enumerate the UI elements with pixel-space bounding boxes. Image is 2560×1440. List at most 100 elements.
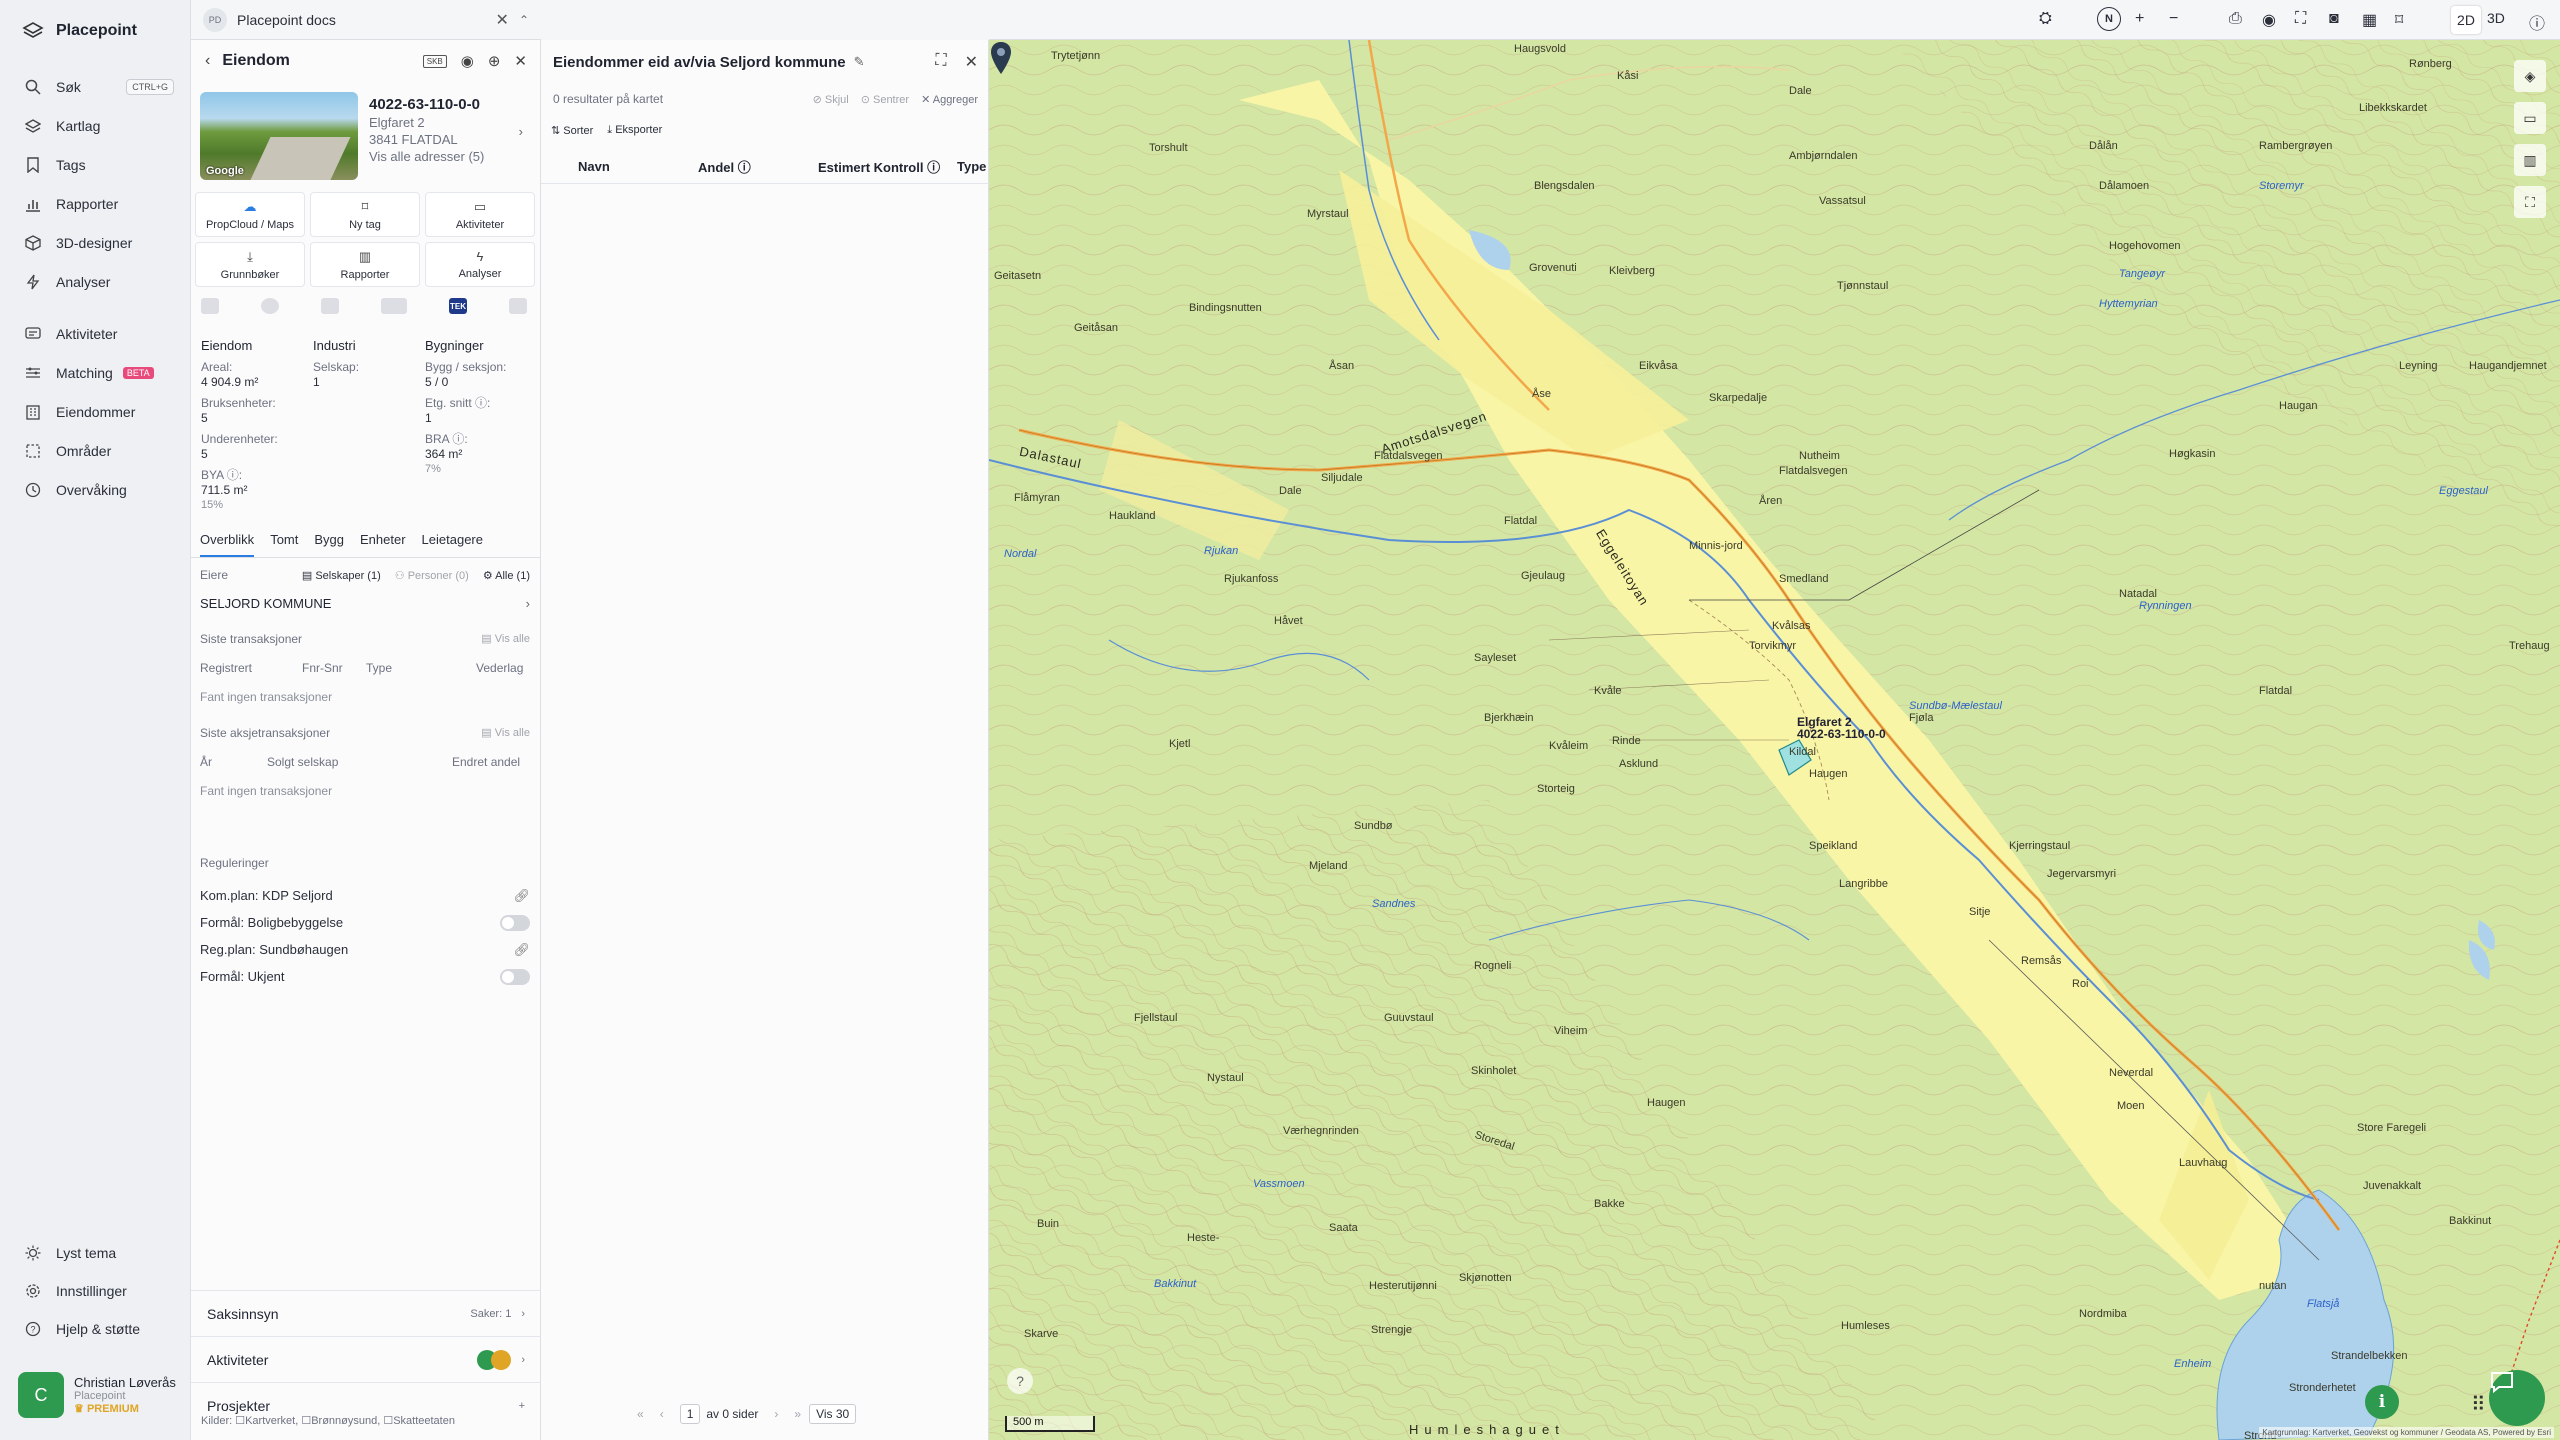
filter-persons[interactable]: ⚇ Personer (0) (395, 569, 469, 582)
center-button[interactable]: ⊙ Sentrer (861, 93, 909, 106)
next-page-icon[interactable]: › (774, 1407, 778, 1421)
info-circle-icon[interactable]: ⓘ (2529, 10, 2545, 34)
print-icon[interactable]: ⎙ (2229, 10, 2242, 28)
export-button[interactable]: ⤓ Eksporter (607, 124, 662, 137)
tek-badge[interactable]: TEK (449, 298, 467, 314)
toggle-switch[interactable] (500, 968, 530, 985)
user-profile[interactable]: C Christian Løverås Placepoint ♛ PREMIUM (18, 1372, 176, 1418)
column-header[interactable]: Andel ⓘ (698, 157, 751, 176)
close-icon[interactable]: ✕ (965, 52, 978, 72)
regulation-row[interactable]: Formål: Ukjent (200, 963, 530, 990)
map-canvas[interactable]: Trytetjønn Haugsvold Kåsi Dale Rønberg L… (989, 40, 2560, 1440)
all-addresses-link[interactable]: Vis alle adresser (5) (369, 149, 529, 164)
measure-tool-icon[interactable]: ▭ (2514, 102, 2546, 134)
aggregate-button[interactable]: ✕ Aggreger (921, 93, 978, 106)
first-page-icon[interactable]: « (637, 1407, 644, 1421)
nav-item-eiendommer[interactable]: Eiendommer (24, 403, 174, 421)
mode-3d-button[interactable]: 3D (2487, 10, 2505, 26)
link-icon[interactable]: 🔗︎ (513, 942, 530, 958)
propcloud-button[interactable]: ☁ PropCloud / Maps (195, 192, 305, 237)
area-tool-icon[interactable]: ⛶ (2514, 186, 2546, 218)
tab-bygg[interactable]: Bygg (314, 532, 344, 557)
link-icon[interactable]: 🔗︎ (513, 888, 530, 904)
nav-item-settings[interactable]: Innstillinger (24, 1282, 174, 1300)
source-4-icon[interactable] (381, 298, 407, 314)
close-icon[interactable]: ✕ (514, 52, 527, 70)
add-icon[interactable]: + (519, 1400, 525, 1412)
nav-item-search[interactable]: Søk CTRL+G (24, 78, 174, 96)
analyses-button[interactable]: ϟ Analyser (425, 242, 535, 287)
drag-handle-icon[interactable]: ⠿ (2471, 1392, 2486, 1417)
zoom-in-icon[interactable]: + (2135, 10, 2144, 28)
regulation-row[interactable]: Formål: Boligbebyggelse (200, 909, 530, 936)
column-header[interactable]: Navn (578, 159, 610, 174)
new-tag-button[interactable]: ⌑ Ny tag (310, 192, 420, 237)
nav-item-analyser[interactable]: Analyser (24, 273, 174, 291)
mode-2d-button[interactable]: 2D (2451, 6, 2481, 34)
tab-enheter[interactable]: Enheter (360, 532, 406, 557)
filter-companies[interactable]: ▤ Selskaper (1) (302, 569, 381, 582)
compass-icon[interactable]: N (2097, 7, 2121, 31)
zoom-out-icon[interactable]: − (2169, 10, 2178, 28)
nav-item-aktiviteter[interactable]: Aktiviteter (24, 325, 174, 343)
filter-all[interactable]: ⚙ Alle (1) (483, 569, 530, 582)
add-circle-icon[interactable]: ⊕ (488, 52, 501, 70)
expand-icon[interactable]: ⛶ (935, 52, 946, 72)
view-all-link[interactable]: ▤ Vis alle (481, 632, 530, 646)
toggle-switch[interactable] (500, 914, 530, 931)
nav-item-tags[interactable]: Tags (24, 156, 174, 174)
source-6-icon[interactable] (509, 298, 527, 314)
regulation-row[interactable]: Reg.plan: Sundbøhaugen 🔗︎ (200, 936, 530, 963)
chat-button[interactable] (2489, 1370, 2545, 1426)
layers-tool-icon[interactable]: ◈ (2514, 60, 2546, 92)
docs-tab-title[interactable]: Placepoint docs (237, 12, 336, 28)
chart-tool-icon[interactable]: ▥ (2514, 144, 2546, 176)
hide-button[interactable]: ⊘ Skjul (813, 93, 849, 106)
map-badge-icon[interactable]: SKB (422, 54, 447, 68)
nav-item-3d-designer[interactable]: 3D-designer (24, 234, 174, 252)
last-page-icon[interactable]: » (794, 1407, 801, 1421)
accordion-aktiviteter[interactable]: Aktiviteter › (191, 1336, 541, 1382)
help-icon[interactable]: ? (1007, 1368, 1033, 1394)
activities-button[interactable]: ▭ Aktiviteter (425, 192, 535, 237)
nav-item-omrader[interactable]: Områder (24, 442, 174, 460)
tab-tomt[interactable]: Tomt (270, 532, 298, 557)
prev-page-icon[interactable]: ‹ (660, 1407, 664, 1421)
grid-icon[interactable]: ▦ (2362, 10, 2377, 30)
reports-button[interactable]: ▥ Rapporter (310, 242, 420, 287)
nav-item-overvaking[interactable]: Overvåking (24, 481, 174, 499)
nav-item-help[interactable]: ? Hjelp & støtte (24, 1320, 174, 1338)
accordion-saksinnsyn[interactable]: Saksinnsyn Saker: 1 › (191, 1290, 541, 1336)
tab-leietagere[interactable]: Leietagere (422, 532, 483, 557)
street-view-thumbnail[interactable]: Google (200, 92, 358, 180)
source-1-icon[interactable] (201, 298, 219, 314)
eye-icon[interactable]: ◉ (461, 52, 474, 70)
close-icon[interactable]: ✕ (496, 10, 509, 30)
column-header[interactable]: Estimert Kontroll ⓘ (818, 157, 940, 176)
fullscreen-icon[interactable]: ⛶ (2295, 10, 2306, 28)
nav-item-kartlag[interactable]: Kartlag (24, 117, 174, 135)
nav-item-rapporter[interactable]: Rapporter (24, 195, 174, 213)
page-select[interactable]: 1 (679, 1404, 701, 1424)
layers-3d-icon[interactable]: ⛭ (2039, 10, 2052, 28)
back-icon[interactable]: ‹ (205, 52, 210, 70)
regulation-row[interactable]: Kom.plan: KDP Seljord 🔗︎ (200, 882, 530, 909)
chevron-updown-icon[interactable]: ⌃ (519, 13, 529, 27)
column-header[interactable]: Type (957, 159, 986, 174)
edit-icon[interactable]: ✎ (854, 54, 865, 70)
source-2-icon[interactable] (261, 298, 279, 314)
camera-icon[interactable]: ◙ (2329, 10, 2339, 28)
nav-item-theme[interactable]: Lyst tema (24, 1244, 174, 1262)
nav-item-matching[interactable]: Matching BETA (24, 364, 174, 382)
per-page-select[interactable]: Vis 30 (809, 1404, 857, 1424)
grunnboker-button[interactable]: ⤓ Grunnbøker (195, 242, 305, 287)
view-all-link[interactable]: ▤ Vis alle (481, 726, 530, 740)
brand[interactable]: Placepoint (22, 20, 137, 42)
sort-button[interactable]: ⇅ Sorter (551, 124, 593, 137)
source-3-icon[interactable] (321, 298, 339, 314)
property-address-block[interactable]: 4022-63-110-0-0 Elgfaret 2 3841 FLATDAL … (369, 96, 529, 164)
info-button[interactable]: i (2365, 1385, 2399, 1419)
tab-overblikk[interactable]: Overblikk (200, 532, 255, 557)
eye-icon[interactable]: ◉ (2262, 10, 2276, 30)
location-pin-icon[interactable] (989, 40, 1013, 80)
